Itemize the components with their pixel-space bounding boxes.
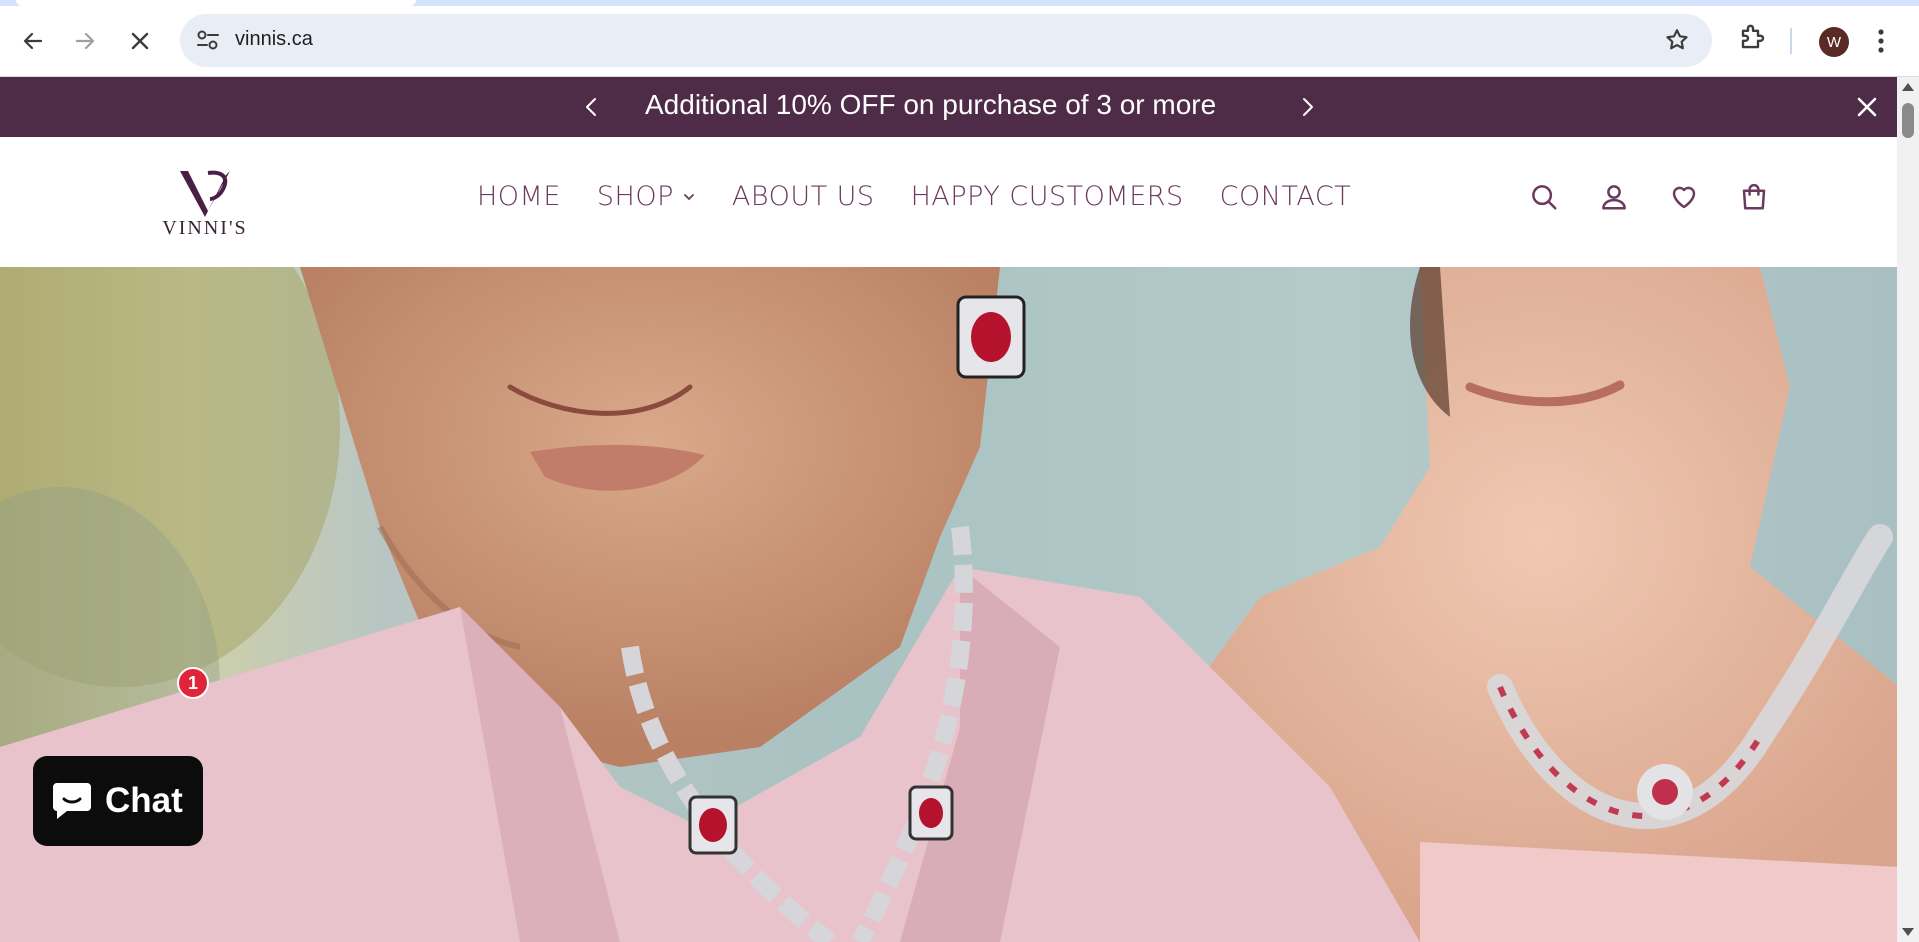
forward-button[interactable] — [66, 22, 104, 60]
nav-item-label: CONTACT — [1219, 181, 1352, 212]
user-icon — [1602, 185, 1626, 210]
search-button[interactable] — [1527, 180, 1561, 214]
bookmark-star-icon[interactable] — [1664, 27, 1690, 53]
logo-monogram-icon — [180, 170, 230, 217]
web-page: Additional 10% OFF on purchase of 3 or m… — [0, 77, 1897, 942]
nav-item-shop[interactable]: SHOP — [597, 181, 696, 212]
page-scrollbar[interactable] — [1897, 77, 1919, 942]
chat-notification-badge: 1 — [177, 667, 209, 699]
site-logo[interactable]: VINNI'S — [150, 167, 260, 247]
search-icon — [1532, 185, 1557, 210]
close-icon — [131, 32, 149, 50]
url-text[interactable]: vinnis.ca — [235, 28, 313, 51]
close-icon[interactable] — [1855, 95, 1879, 119]
toolbar-divider — [1790, 28, 1792, 54]
stop-loading-button[interactable] — [121, 22, 159, 60]
back-button[interactable] — [14, 22, 52, 60]
browser-menu-button[interactable] — [1876, 26, 1886, 61]
nav-item-about-us[interactable]: ABOUT US — [732, 181, 875, 212]
hero-image — [0, 267, 1897, 942]
chevron-right-icon[interactable] — [1295, 95, 1319, 119]
main-navigation: HOME SHOP ABOUT US HAPPY CUSTOMERS CONTA… — [477, 181, 1351, 212]
nav-item-home[interactable]: HOME — [477, 181, 561, 212]
scroll-thumb[interactable] — [1902, 103, 1914, 138]
scroll-down-arrow[interactable] — [1902, 928, 1914, 936]
nav-item-label: HAPPY CUSTOMERS — [910, 181, 1184, 212]
more-vertical-icon — [1878, 29, 1884, 53]
site-header: VINNI'S HOME SHOP ABOUT US HAPPY CUSTOME… — [0, 137, 1897, 267]
nav-item-label: SHOP — [596, 181, 674, 212]
cart-button[interactable] — [1737, 180, 1771, 214]
browser-chrome: vinnis.ca W — [0, 0, 1919, 77]
heart-icon — [1672, 186, 1696, 209]
nav-item-label: HOME — [477, 181, 561, 212]
chat-widget-button[interactable]: Chat — [33, 756, 203, 846]
logo-wordmark: VINNI'S — [162, 217, 248, 239]
arrow-right-icon — [75, 32, 95, 50]
address-bar[interactable]: vinnis.ca — [180, 14, 1712, 67]
chevron-left-icon[interactable] — [580, 95, 604, 119]
wishlist-button[interactable] — [1667, 180, 1701, 214]
chat-label: Chat — [105, 781, 183, 820]
puzzle-icon — [1741, 24, 1765, 49]
announcement-text[interactable]: Additional 10% OFF on purchase of 3 or m… — [645, 89, 1216, 121]
extensions-button[interactable] — [1738, 22, 1768, 57]
profile-avatar[interactable]: W — [1819, 27, 1849, 57]
site-settings-icon[interactable] — [196, 29, 220, 51]
nav-item-label: ABOUT US — [731, 181, 875, 212]
chevron-down-icon — [684, 193, 694, 200]
hero-banner[interactable] — [0, 267, 1897, 942]
shopping-bag-icon — [1742, 183, 1766, 210]
announcement-bar: Additional 10% OFF on purchase of 3 or m… — [0, 77, 1897, 137]
tab-strip — [0, 0, 1919, 6]
nav-item-contact[interactable]: CONTACT — [1220, 181, 1352, 212]
header-actions — [1527, 180, 1771, 214]
active-tab[interactable] — [16, 0, 416, 6]
nav-item-happy-customers[interactable]: HAPPY CUSTOMERS — [911, 181, 1184, 212]
chat-bubble-icon — [53, 783, 91, 819]
scroll-up-arrow[interactable] — [1902, 83, 1914, 91]
account-button[interactable] — [1597, 180, 1631, 214]
arrow-left-icon — [23, 32, 43, 50]
